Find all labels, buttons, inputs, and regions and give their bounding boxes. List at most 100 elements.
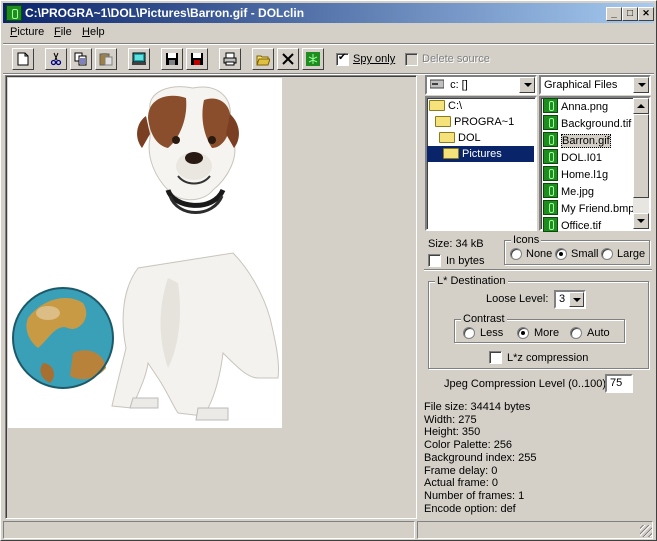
copy-button[interactable] <box>70 48 92 70</box>
dog-with-globe-image <box>12 86 279 421</box>
scroll-down-button[interactable] <box>633 213 649 229</box>
lzw-compression-label[interactable]: L*z compression <box>507 352 588 364</box>
new-file-icon <box>17 52 29 66</box>
open-button[interactable] <box>252 48 274 70</box>
image-file-icon <box>543 132 558 147</box>
contrast-auto-label[interactable]: Auto <box>587 327 610 339</box>
print-button[interactable] <box>219 48 241 70</box>
save-button[interactable] <box>161 48 183 70</box>
image-file-icon <box>543 200 558 215</box>
in-bytes-checkbox[interactable] <box>428 254 441 267</box>
scroll-thumb[interactable] <box>633 114 649 198</box>
toolbar: Spy only Delete source <box>3 45 654 73</box>
title-bar[interactable]: C:\PROGRA~1\DOL\Pictures\Barron.gif - DO… <box>3 3 654 23</box>
close-button[interactable]: ✕ <box>638 7 654 21</box>
new-button[interactable] <box>12 48 34 70</box>
loose-level-value: 3 <box>559 293 566 305</box>
delete-button[interactable] <box>277 48 299 70</box>
lzw-compression-checkbox[interactable] <box>489 351 502 364</box>
cut-button[interactable] <box>45 48 67 70</box>
icons-large-radio[interactable] <box>601 248 613 260</box>
file-info-line: Height: 350 <box>424 426 481 439</box>
image-file-icon <box>543 217 558 232</box>
icons-small-label[interactable]: Small <box>571 248 599 260</box>
folder-tree[interactable]: C:\ PROGRA~1 DOL Pictures <box>425 96 537 231</box>
icons-large-label[interactable]: Large <box>617 248 645 260</box>
delete-source-label: Delete source <box>422 53 490 65</box>
hard-drive-icon <box>429 79 445 89</box>
file-filter-select[interactable]: Graphical Files <box>539 75 651 95</box>
file-item[interactable]: Office.tif <box>543 217 637 234</box>
maximize-button[interactable]: □ <box>622 7 638 21</box>
file-info-line: Color Palette: 256 <box>424 439 513 452</box>
image-file-icon <box>543 183 558 198</box>
drive-select[interactable]: c: [] <box>425 75 537 95</box>
file-info-line: Encode option: def <box>424 502 516 515</box>
contrast-auto-radio[interactable] <box>570 327 582 339</box>
file-info-line: Actual frame: 0 <box>424 477 498 490</box>
drive-value: c: [] <box>450 79 468 91</box>
menu-help[interactable]: Help <box>82 26 105 38</box>
printer-icon <box>223 52 237 66</box>
dolclin-icon <box>306 52 320 66</box>
file-filter-dropdown-button[interactable] <box>633 77 649 93</box>
file-item-selected[interactable]: Barron.gif <box>543 132 637 149</box>
status-bar <box>3 521 654 539</box>
app-icon[interactable] <box>6 5 22 21</box>
paste-icon <box>99 53 113 66</box>
drive-dropdown-button[interactable] <box>519 77 535 93</box>
contrast-less-radio[interactable] <box>463 327 475 339</box>
contrast-more-label[interactable]: More <box>534 327 559 339</box>
destination-group-title: L* Destination <box>435 275 508 287</box>
scissors-icon <box>50 52 62 66</box>
jpeg-compression-label: Jpeg Compression Level (0..100): <box>444 378 610 390</box>
file-item[interactable]: Anna.png <box>543 98 637 115</box>
size-label: Size: 34 kB <box>428 238 484 250</box>
minimize-button[interactable]: _ <box>606 7 622 21</box>
file-info-line: Number of frames: 1 <box>424 489 525 502</box>
file-item[interactable]: Me.jpg <box>543 183 637 200</box>
loose-level-label: Loose Level: <box>486 293 549 305</box>
contrast-less-label[interactable]: Less <box>480 327 503 339</box>
menu-picture[interactable]: Picture <box>10 26 44 38</box>
scan-button[interactable] <box>128 48 150 70</box>
menu-file[interactable]: File <box>54 26 72 38</box>
file-list-scrollbar[interactable] <box>633 98 649 229</box>
file-info-panel: File size: 34414 bytes Width: 275 Height… <box>424 401 537 515</box>
folder-item[interactable]: DOL <box>439 130 481 146</box>
folder-open-icon <box>435 116 451 127</box>
file-item[interactable]: Background.tif <box>543 115 637 132</box>
status-cell-main <box>3 521 415 539</box>
icons-none-label[interactable]: None <box>526 248 552 260</box>
resize-grip-icon[interactable] <box>640 525 652 537</box>
file-item[interactable]: DOL.I01 <box>543 149 637 166</box>
icons-none-radio[interactable] <box>510 248 522 260</box>
scroll-up-button[interactable] <box>633 98 649 114</box>
contrast-group: Contrast Less More Auto <box>454 313 625 343</box>
folder-item[interactable]: PROGRA~1 <box>435 114 514 130</box>
save-as-button[interactable] <box>186 48 208 70</box>
folder-item-selected[interactable]: Pictures <box>427 146 534 162</box>
spy-only-label[interactable]: Spy only <box>353 53 395 65</box>
jpeg-compression-input[interactable]: 75 <box>605 374 633 393</box>
loose-level-select[interactable]: 3 <box>554 290 586 309</box>
folder-item[interactable]: C:\ <box>429 98 462 114</box>
image-file-icon <box>543 115 558 130</box>
section-separator <box>424 269 652 271</box>
contrast-more-radio[interactable] <box>517 327 529 339</box>
file-info-line: Width: 275 <box>424 413 477 426</box>
loose-level-dropdown-button[interactable] <box>569 292 584 307</box>
file-item[interactable]: My Friend.bmp <box>543 200 637 217</box>
spy-only-checkbox[interactable] <box>336 52 349 66</box>
folder-open-icon <box>429 100 445 111</box>
icons-small-radio[interactable] <box>555 248 567 260</box>
in-bytes-label[interactable]: In bytes <box>446 255 485 267</box>
paste-button[interactable] <box>95 48 117 70</box>
file-list[interactable]: Anna.png Background.tif Barron.gif DOL.I… <box>539 96 651 234</box>
dolclin-button[interactable] <box>302 48 324 70</box>
icons-group-title: Icons <box>511 234 542 246</box>
folder-open-icon <box>439 132 455 143</box>
app-window: C:\PROGRA~1\DOL\Pictures\Barron.gif - DO… <box>0 0 657 541</box>
file-item[interactable]: Home.l1g <box>543 166 637 183</box>
image-canvas <box>8 78 282 428</box>
